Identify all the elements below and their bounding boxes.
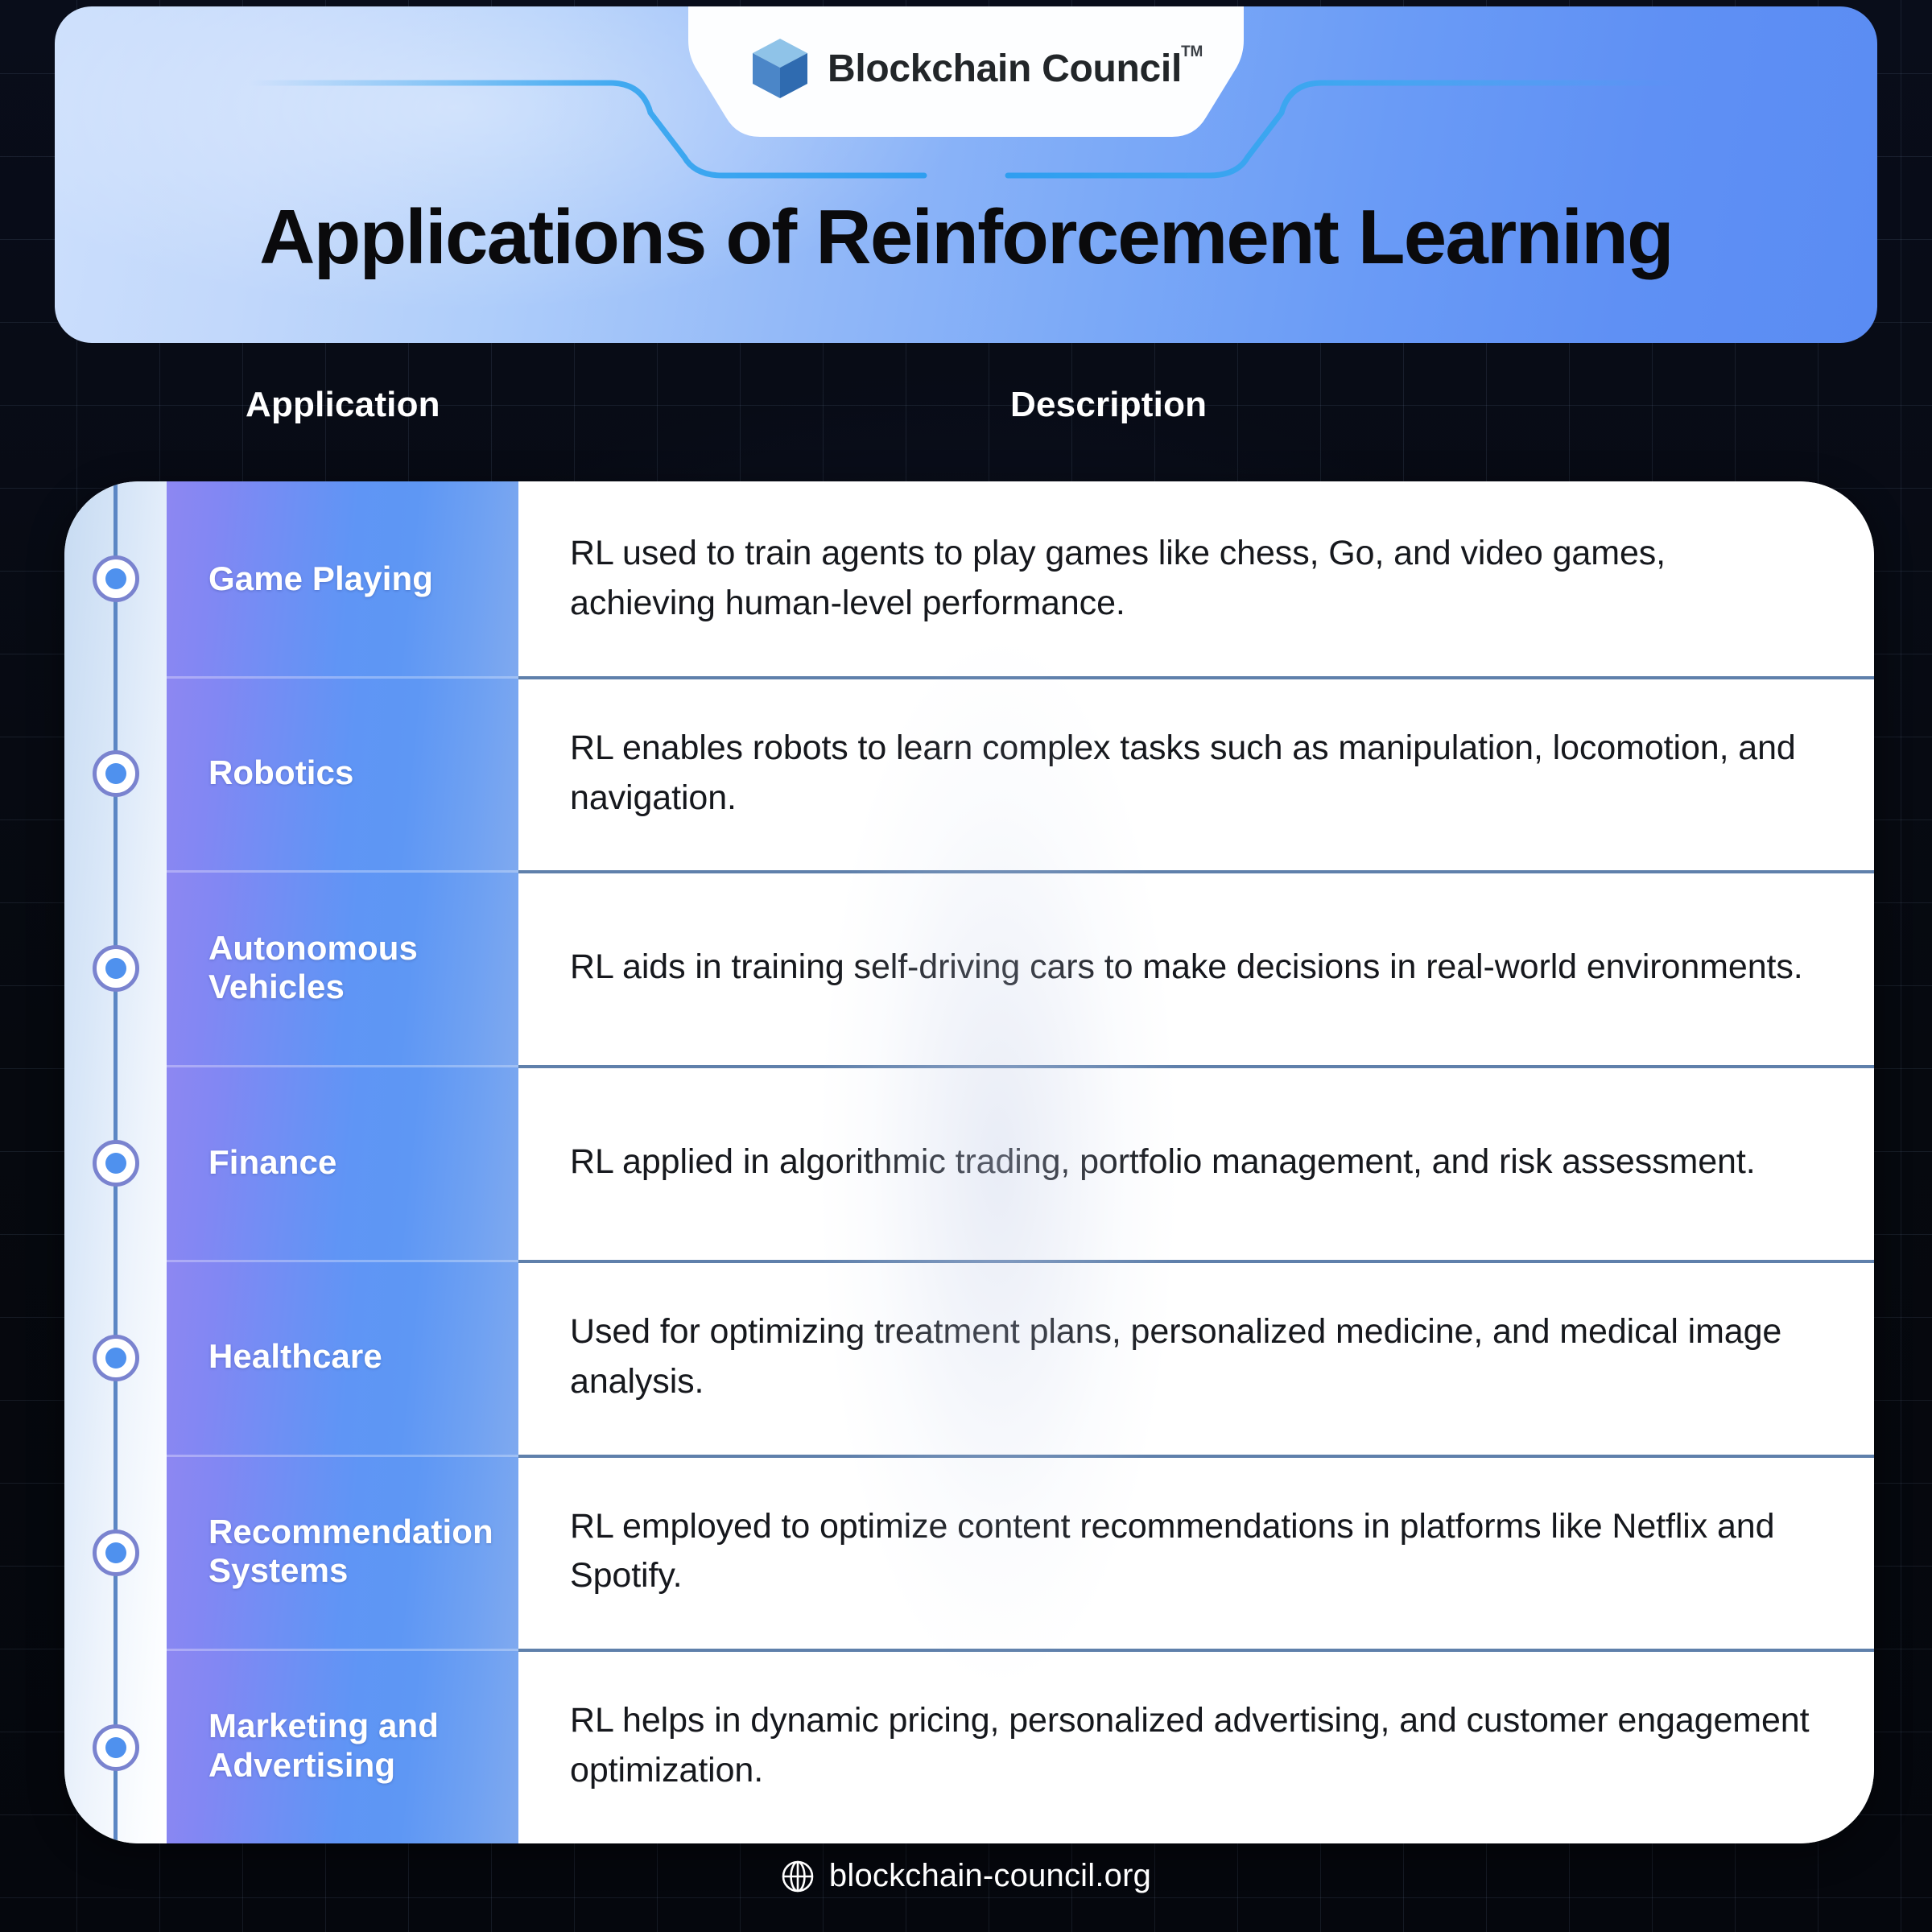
description-text: RL helps in dynamic pricing, personalize… [570, 1701, 1810, 1790]
table-rows: Game Playing RL used to train agents to … [167, 481, 1874, 1843]
description-text: RL used to train agents to play games li… [570, 533, 1666, 622]
description-cell: RL applied in algorithmic trading, portf… [518, 1065, 1874, 1260]
brand-logo: Blockchain Council TM [750, 37, 1203, 100]
table-row: Autonomous Vehicles RL aids in training … [167, 870, 1874, 1066]
timeline-dot-icon [105, 1737, 126, 1758]
application-label: Game Playing [208, 559, 433, 597]
description-text: RL employed to optimize content recommen… [570, 1506, 1775, 1596]
timeline-marker [92, 1530, 139, 1576]
application-label: Marketing and Advertising [208, 1707, 440, 1785]
table-row: Finance RL applied in algorithmic tradin… [167, 1065, 1874, 1260]
description-cell: RL helps in dynamic pricing, personalize… [518, 1649, 1874, 1843]
timeline-marker [92, 1335, 139, 1381]
footer: blockchain-council.org [0, 1858, 1932, 1894]
timeline-dot-icon [105, 958, 126, 979]
application-cell: Game Playing [167, 481, 518, 676]
description-cell: RL employed to optimize content recommen… [518, 1454, 1874, 1649]
applications-table-card: Game Playing RL used to train agents to … [64, 481, 1874, 1843]
description-text: RL aids in training self-driving cars to… [570, 947, 1803, 987]
timeline-marker [92, 750, 139, 797]
header-banner: Blockchain Council TM Applications of Re… [55, 6, 1877, 343]
infographic-canvas: Blockchain Council TM Applications of Re… [0, 0, 1932, 1932]
application-cell: Autonomous Vehicles [167, 870, 518, 1066]
footer-url: blockchain-council.org [828, 1858, 1152, 1893]
timeline-dot-icon [105, 1153, 126, 1174]
description-cell: RL used to train agents to play games li… [518, 481, 1874, 676]
timeline-dot-icon [105, 1542, 126, 1563]
globe-icon [782, 1860, 814, 1892]
column-header-application: Application [246, 385, 440, 424]
page-title: Applications of Reinforcement Learning [259, 194, 1674, 280]
table-row: Recommendation Systems RL employed to op… [167, 1454, 1874, 1649]
description-text: Used for optimizing treatment plans, per… [570, 1311, 1782, 1401]
timeline-dot-icon [105, 763, 126, 784]
description-cell: Used for optimizing treatment plans, per… [518, 1259, 1874, 1455]
timeline-marker [92, 1140, 139, 1187]
application-cell: Recommendation Systems [167, 1454, 518, 1649]
description-text: RL applied in algorithmic trading, portf… [570, 1142, 1756, 1182]
cube-icon [752, 39, 807, 98]
column-header-description: Description [1010, 385, 1208, 424]
timeline-rail [64, 481, 167, 1843]
application-cell: Robotics [167, 675, 518, 871]
description-text: RL enables robots to learn complex tasks… [570, 728, 1796, 817]
application-label: Robotics [208, 753, 354, 792]
trademark-symbol: TM [1181, 43, 1203, 60]
application-label: Finance [208, 1142, 337, 1181]
timeline-marker [92, 945, 139, 992]
application-cell: Finance [167, 1065, 518, 1260]
brand-name: Blockchain Council TM [827, 43, 1203, 91]
table-row: Healthcare Used for optimizing treatment… [167, 1259, 1874, 1455]
brand-name-text: Blockchain Council [827, 47, 1183, 90]
application-cell: Healthcare [167, 1259, 518, 1455]
timeline-marker [92, 1724, 139, 1771]
timeline-dot-icon [105, 1348, 126, 1368]
column-headers: Application Description [0, 385, 1932, 451]
table-row: Robotics RL enables robots to learn comp… [167, 675, 1874, 871]
timeline-marker [92, 555, 139, 602]
description-cell: RL aids in training self-driving cars to… [518, 870, 1874, 1066]
timeline-dot-icon [105, 568, 126, 589]
description-cell: RL enables robots to learn complex tasks… [518, 675, 1874, 871]
table-row: Marketing and Advertising RL helps in dy… [167, 1649, 1874, 1843]
application-label: Autonomous Vehicles [208, 928, 418, 1006]
application-cell: Marketing and Advertising [167, 1649, 518, 1843]
application-label: Recommendation Systems [208, 1512, 493, 1590]
application-label: Healthcare [208, 1337, 382, 1376]
table-row: Game Playing RL used to train agents to … [167, 481, 1874, 676]
